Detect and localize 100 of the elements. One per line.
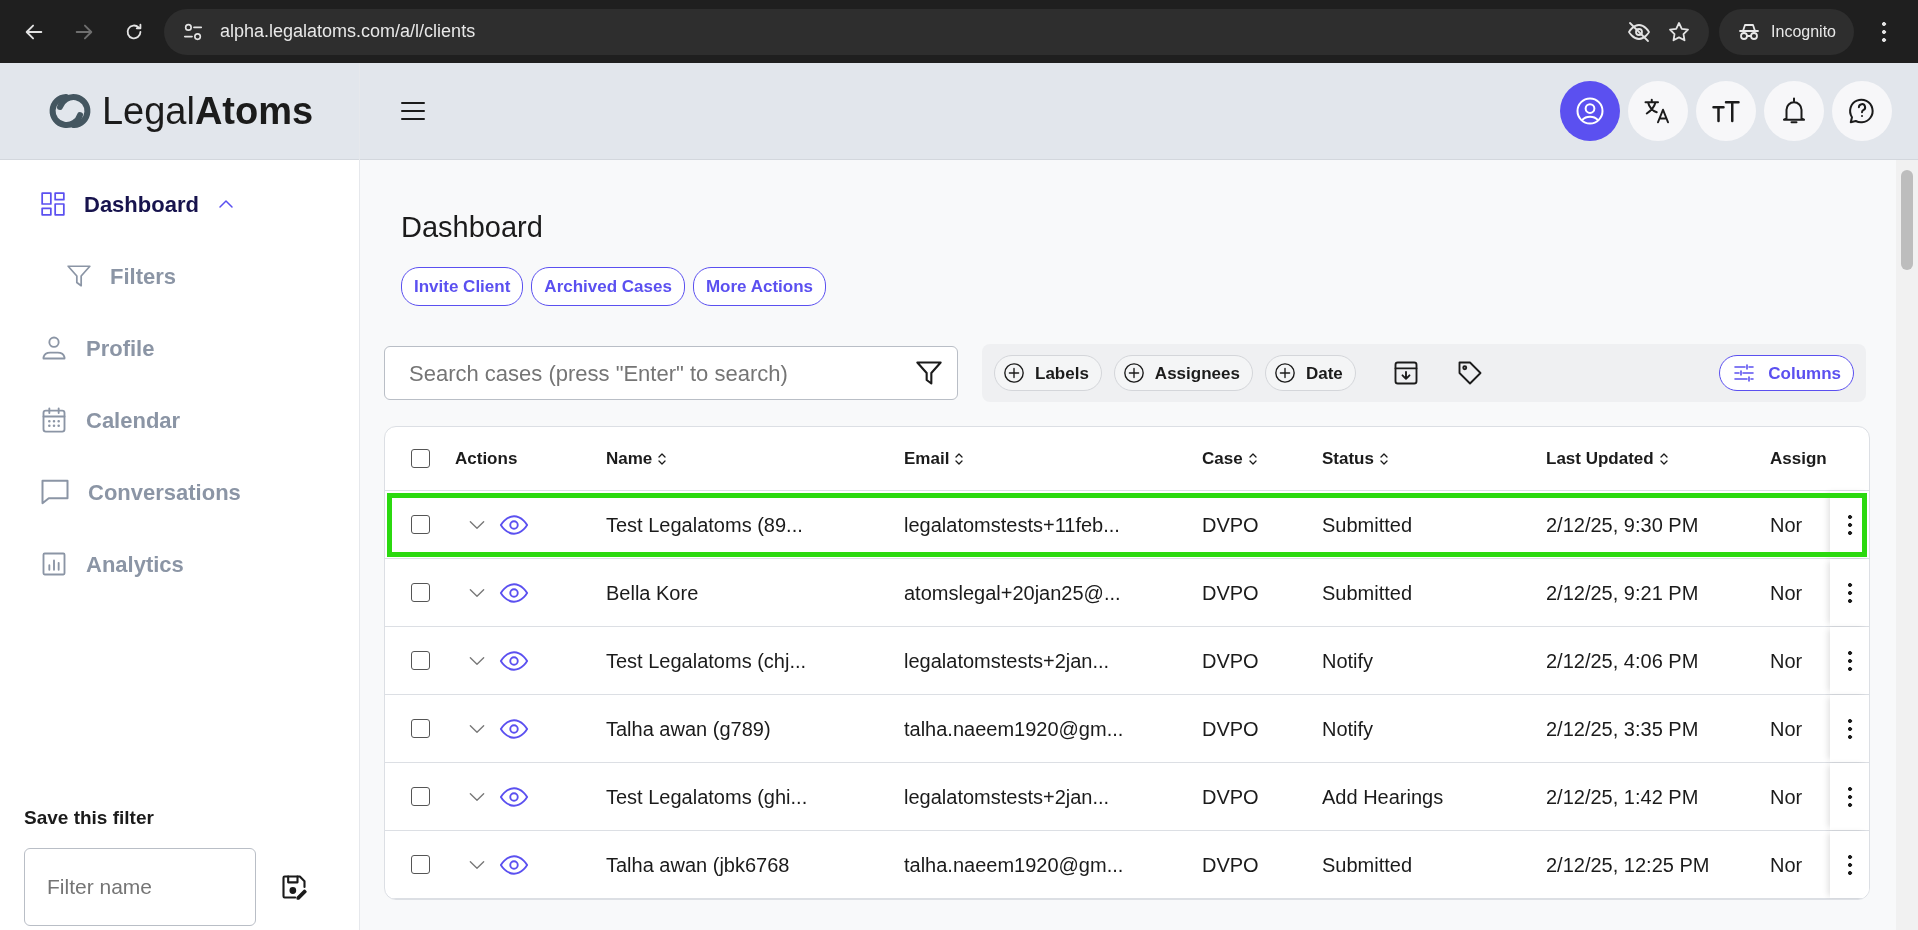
kebab-icon (1846, 580, 1853, 605)
page-title: Dashboard (401, 210, 544, 245)
sidebar-item[interactable]: Dashboard (0, 168, 235, 240)
grid-icon (40, 191, 66, 217)
table-cell-text: Talha awan (g789) (605, 716, 772, 742)
table-cell-text: 2/12/25, 4:06 PM (1545, 648, 1700, 674)
table-cell-text: Nor (1769, 716, 1804, 742)
star-icon (1667, 19, 1692, 44)
table-cell-text: Add Hearings (1321, 784, 1445, 810)
select-all-checkbox[interactable] (410, 449, 430, 469)
table-cell-text: Talha awan (jbk6768 (605, 852, 791, 878)
table-cell-text: 2/12/25, 12:25 PM (1545, 852, 1711, 878)
row-checkbox[interactable] (410, 651, 430, 671)
address-bar[interactable]: alpha.legalatoms.com/a/l/clients (164, 8, 1710, 55)
row-checkbox[interactable] (410, 719, 430, 739)
table-cell-text: Nor (1769, 852, 1804, 878)
save-filter-title: Save this filter (24, 805, 155, 830)
column-header: Assign (1769, 448, 1828, 471)
table-cell-text: Notify (1321, 648, 1375, 674)
sort-icon (954, 451, 965, 466)
kebab-icon (1846, 716, 1853, 741)
table-cell-text: Nor (1769, 580, 1804, 606)
incognito-button[interactable]: Incognito (1719, 8, 1854, 55)
search-input[interactable]: Search cases (press "Enter" to search) (407, 355, 915, 391)
kebab-icon (1846, 852, 1853, 877)
table-cell-text: legalatomstests+11feb... (903, 512, 1121, 538)
table-cell-text: DVPO (1201, 784, 1260, 810)
person-icon (40, 334, 68, 362)
filter-chip[interactable]: Assignees (1113, 355, 1253, 392)
plus-circle-icon (1122, 362, 1145, 385)
save-filter-button[interactable] (280, 873, 308, 901)
action-button[interactable]: More Actions (692, 266, 826, 307)
highlighted-row[interactable]: Test Legalatoms (89... legalatomstests+11feb... DVPO Submitted 2/12/25, 9:30 PM Nor (385, 491, 1869, 560)
sort-icon (657, 451, 668, 466)
filter-name-field[interactable]: Filter name (24, 848, 256, 926)
logo-text: LegalAtoms (101, 88, 314, 134)
row-menu-button[interactable] (1846, 512, 1853, 537)
help-icon (1847, 96, 1877, 126)
table-cell-text: DVPO (1201, 852, 1260, 878)
table-cell-text: Submitted (1321, 580, 1414, 606)
sort-icon (1658, 451, 1669, 466)
row-checkbox[interactable] (410, 583, 430, 603)
kebab-icon (1881, 20, 1887, 43)
bar-chart-icon (40, 550, 68, 578)
table-cell-text: Test Legalatoms (chj... (605, 648, 808, 674)
table-cell-text: Submitted (1321, 512, 1414, 538)
table-cell-text: DVPO (1201, 716, 1260, 742)
table-cell-text: Nor (1769, 648, 1804, 674)
column-header[interactable]: Name (591, 446, 889, 472)
column-header[interactable]: Case (1187, 446, 1307, 472)
sort-icon (1378, 451, 1389, 466)
row-checkbox[interactable] (410, 855, 430, 875)
speech-bubble-icon (40, 477, 70, 507)
calendar-icon (40, 406, 68, 434)
row-menu-button[interactable] (1846, 784, 1853, 809)
table-cell-text: talha.naeem1920@gm... (903, 852, 1125, 878)
table-cell-text: Test Legalatoms (ghi... (605, 784, 809, 810)
table-cell-text: Nor (1769, 784, 1804, 810)
table-cell-text: atomslegal+20jan25@... (903, 580, 1122, 606)
filter-icon (66, 263, 92, 289)
table-cell-text: talha.naeem1920@gm... (903, 716, 1125, 742)
row-checkbox[interactable] (410, 515, 430, 535)
row-checkbox[interactable] (410, 787, 430, 807)
profile-button[interactable] (1560, 81, 1620, 141)
action-button[interactable]: Archived Cases (531, 266, 685, 307)
search-field[interactable]: Search cases (press "Enter" to search) (384, 346, 958, 401)
row-menu-button[interactable] (1846, 716, 1853, 741)
table-cell-text: Submitted (1321, 852, 1414, 878)
table-cell-text: Notify (1321, 716, 1375, 742)
table-cell-text: Test Legalatoms (89... (605, 512, 804, 538)
url-text: alpha.legalatoms.com/a/l/clients (220, 20, 477, 43)
table-cell-text: legalatomstests+2jan... (903, 784, 1111, 810)
row-menu-button[interactable] (1846, 852, 1853, 877)
plus-circle-icon (1003, 362, 1025, 385)
column-header[interactable]: Email (889, 446, 1187, 472)
menu-button[interactable] (400, 101, 426, 121)
column-header[interactable]: Status (1307, 446, 1531, 472)
row-menu-button[interactable] (1846, 648, 1853, 673)
filter-chip[interactable]: Labels (994, 355, 1102, 392)
scrollbar-thumb[interactable] (1901, 170, 1913, 270)
plus-circle-icon (1273, 362, 1296, 385)
column-header[interactable]: Last Updated (1531, 446, 1755, 472)
columns-button[interactable]: Columns (1719, 355, 1854, 392)
table-cell-text: DVPO (1201, 580, 1260, 606)
table-cell-text: Nor (1769, 512, 1804, 538)
sort-icon (1247, 451, 1258, 466)
table-cell-text: 2/12/25, 9:21 PM (1545, 580, 1700, 606)
table-cell-text: Bella Kore (605, 580, 700, 606)
action-button[interactable]: Invite Client (401, 266, 524, 307)
scrollbar[interactable] (1896, 160, 1918, 930)
column-header: Actions (455, 448, 519, 471)
kebab-icon (1846, 648, 1853, 673)
kebab-icon (1846, 784, 1853, 809)
row-menu-button[interactable] (1846, 580, 1853, 605)
filter-chip[interactable]: Date (1264, 355, 1356, 392)
table-cell-text: DVPO (1201, 648, 1260, 674)
eye-slash-icon (1627, 19, 1652, 44)
table-cell-text: 2/12/25, 3:35 PM (1545, 716, 1700, 742)
user-circle-icon (1575, 96, 1605, 126)
table-cell-text: DVPO (1201, 512, 1260, 538)
